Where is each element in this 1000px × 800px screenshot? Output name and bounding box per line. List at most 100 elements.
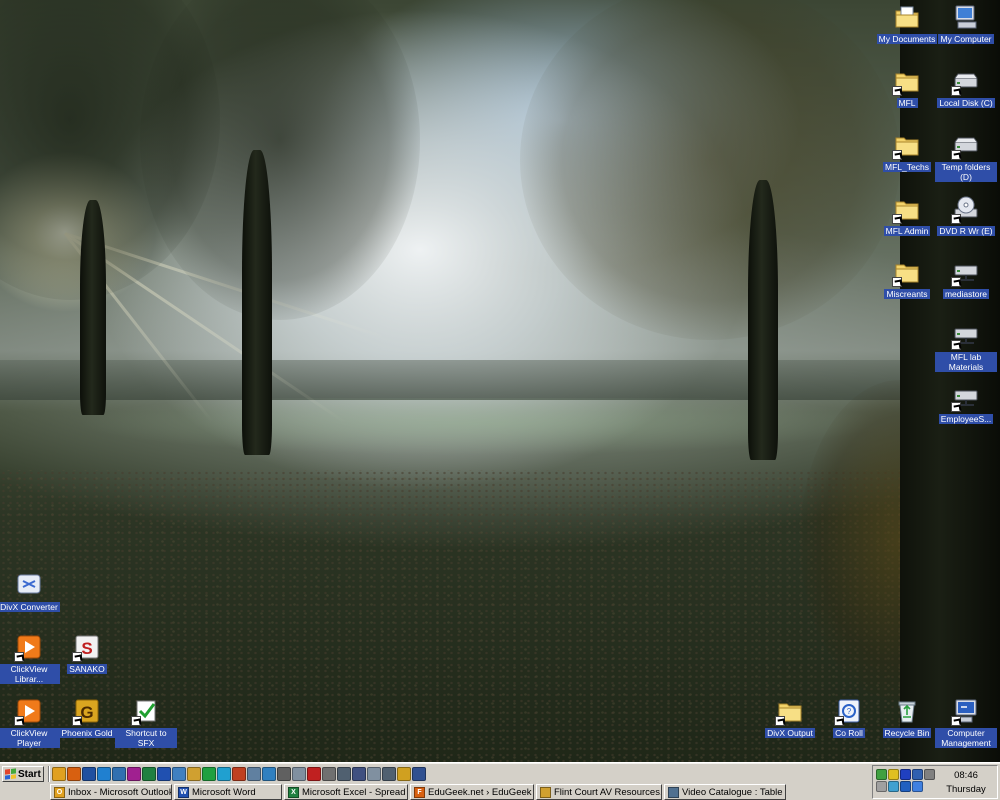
temp-folders-item[interactable]: Temp folders (D) bbox=[935, 130, 997, 182]
task-button[interactable]: F EduGeek.net › EduGeek ... bbox=[410, 784, 534, 800]
skype-icon[interactable] bbox=[217, 767, 231, 781]
media-icon[interactable] bbox=[900, 769, 911, 780]
my-documents-icon-item[interactable]: My Documents bbox=[876, 2, 938, 44]
update-icon[interactable] bbox=[912, 781, 923, 792]
media-player-icon[interactable] bbox=[112, 767, 126, 781]
pdf-icon[interactable] bbox=[307, 767, 321, 781]
display-icon[interactable] bbox=[352, 767, 366, 781]
clickview-library-item[interactable]: ClickView Librar... bbox=[0, 632, 60, 684]
clickview-player-item[interactable]: ClickView Player bbox=[0, 696, 60, 748]
mfl-admin-folder-item[interactable]: MFL Admin bbox=[876, 194, 938, 236]
ie-icon[interactable] bbox=[97, 767, 111, 781]
local-disk-item[interactable]: Local Disk (C) bbox=[935, 66, 997, 108]
task-button[interactable]: X Microsoft Excel - Spread ... bbox=[284, 784, 408, 800]
folder-documents-icon bbox=[892, 2, 922, 32]
window-icon-2[interactable] bbox=[382, 767, 396, 781]
shortcut-arrow-icon bbox=[131, 716, 141, 726]
folder-icon bbox=[892, 194, 922, 224]
mfl-folder-item[interactable]: MFL bbox=[876, 66, 938, 108]
document-icon[interactable] bbox=[292, 767, 306, 781]
bluetooth-icon[interactable] bbox=[900, 781, 911, 792]
check-icon[interactable] bbox=[202, 767, 216, 781]
shortcut-sfx-item[interactable]: Shortcut to SFX bbox=[115, 696, 177, 748]
network-drive-icon bbox=[951, 320, 981, 350]
shortcut-arrow-icon bbox=[892, 214, 902, 224]
mediastore-item[interactable]: mediastore bbox=[935, 257, 997, 299]
icon-label: DVD R Wr (E) bbox=[937, 226, 995, 236]
divx-converter-item[interactable]: DivX Converter bbox=[0, 570, 60, 612]
icon-label: My Computer bbox=[938, 34, 994, 44]
clock-icon[interactable] bbox=[412, 767, 426, 781]
task-label: Flint Court AV Resources... bbox=[554, 786, 662, 798]
sound-icon[interactable] bbox=[888, 769, 899, 780]
excel-icon[interactable] bbox=[142, 767, 156, 781]
start-button[interactable]: Start bbox=[2, 766, 44, 782]
firefox-icon: F bbox=[414, 786, 425, 798]
task-button[interactable]: W Microsoft Word bbox=[174, 784, 282, 800]
calculator-icon[interactable] bbox=[322, 767, 336, 781]
security-icon[interactable] bbox=[924, 769, 935, 780]
employee-drive-item[interactable]: EmployeeS... bbox=[935, 382, 997, 424]
window-icon[interactable] bbox=[337, 767, 351, 781]
task-label: Video Catalogue : Table bbox=[682, 786, 783, 798]
sfx-checkmark-icon bbox=[131, 696, 161, 726]
onenote-icon[interactable] bbox=[127, 767, 141, 781]
divx-output-item[interactable]: DivX Output bbox=[759, 696, 821, 738]
power-icon[interactable] bbox=[888, 781, 899, 792]
dvd-drive-item[interactable]: DVD R Wr (E) bbox=[935, 194, 997, 236]
mfl-lab-materials-item[interactable]: MFL lab Materials bbox=[935, 320, 997, 372]
display-icon[interactable] bbox=[912, 769, 923, 780]
task-button[interactable]: Flint Court AV Resources... bbox=[536, 784, 662, 800]
miscreants-folder-item[interactable]: Miscreants bbox=[876, 257, 938, 299]
desktop-icon[interactable] bbox=[82, 767, 96, 781]
cd-icon[interactable] bbox=[367, 767, 381, 781]
task-button[interactable]: O Inbox - Microsoft Outlook bbox=[50, 784, 172, 800]
clock[interactable]: 08:46 Thursday bbox=[941, 769, 991, 797]
help-icon[interactable] bbox=[172, 767, 186, 781]
taskbar: Start O Inbox - Microsoft Outlook W Microso… bbox=[0, 762, 1000, 800]
icon-label: ClickView Librar... bbox=[0, 664, 60, 684]
game-icon[interactable] bbox=[232, 767, 246, 781]
shortcut-arrow-icon bbox=[775, 716, 785, 726]
network-icon[interactable] bbox=[876, 769, 887, 780]
task-button-row: O Inbox - Microsoft Outlook W Microsoft Wor… bbox=[50, 784, 786, 800]
mouse-icon[interactable] bbox=[277, 767, 291, 781]
word-icon[interactable] bbox=[157, 767, 171, 781]
recycle-bin-icon bbox=[892, 696, 922, 726]
table-icon bbox=[668, 786, 679, 798]
icon-label: EmployeeS... bbox=[938, 414, 994, 424]
hard-drive-icon bbox=[951, 130, 981, 160]
shortcut-arrow-icon bbox=[892, 86, 902, 96]
hard-drive-icon bbox=[951, 66, 981, 96]
icon-label: Computer Management bbox=[935, 728, 997, 748]
word-icon: W bbox=[178, 786, 189, 798]
icon-label: Temp folders (D) bbox=[935, 162, 997, 182]
mfl-techs-folder-item[interactable]: MFL_Techs bbox=[876, 130, 938, 172]
globe-icon[interactable] bbox=[262, 767, 276, 781]
task-button[interactable]: Video Catalogue : Table bbox=[664, 784, 786, 800]
computer-management-item[interactable]: Computer Management bbox=[935, 696, 997, 748]
capture-icon[interactable] bbox=[247, 767, 261, 781]
icon-label: MFL lab Materials bbox=[935, 352, 997, 372]
icon-label: SANAKO bbox=[67, 664, 107, 674]
sanako-item[interactable]: S SANAKO bbox=[56, 632, 118, 674]
antivirus-icon[interactable] bbox=[876, 781, 887, 792]
wallpaper-tree-crown bbox=[520, 0, 900, 340]
clock-day: Thursday bbox=[946, 784, 986, 795]
firefox-icon[interactable] bbox=[67, 767, 81, 781]
media-icon[interactable] bbox=[397, 767, 411, 781]
quick-launch-bar bbox=[52, 767, 426, 783]
my-computer-icon-item[interactable]: My Computer bbox=[935, 2, 997, 44]
outlook-icon[interactable] bbox=[52, 767, 66, 781]
co-roll-item[interactable]: ? Co Roll bbox=[818, 696, 880, 738]
phoenix-gold-item[interactable]: G Phoenix Gold bbox=[56, 696, 118, 738]
icon-label: Local Disk (C) bbox=[937, 98, 995, 108]
folder-icon[interactable] bbox=[187, 767, 201, 781]
shortcut-arrow-icon bbox=[72, 716, 82, 726]
desktop[interactable]: My Documents My Computer MFL Local Disk … bbox=[0, 0, 1000, 762]
recycle-bin-item[interactable]: Recycle Bin bbox=[876, 696, 938, 738]
wallpaper-tree-trunk bbox=[242, 150, 272, 455]
svg-text:S: S bbox=[81, 639, 92, 658]
folder-icon bbox=[892, 257, 922, 287]
divx-converter-icon bbox=[14, 570, 44, 600]
